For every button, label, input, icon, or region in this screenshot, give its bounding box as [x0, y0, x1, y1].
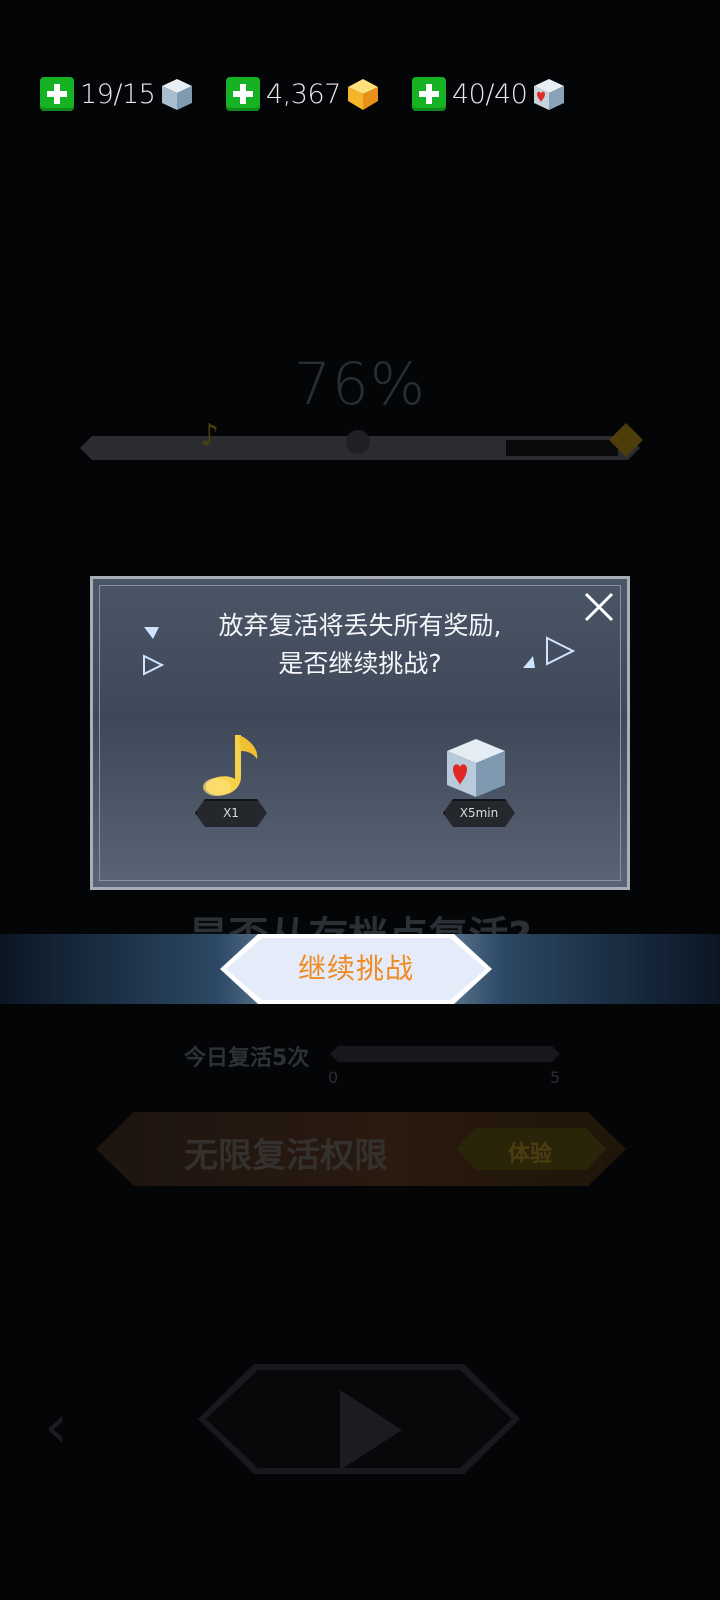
- resource-ice-cubes: 19/15: [40, 76, 195, 112]
- close-icon[interactable]: [579, 587, 619, 627]
- unlimited-revive-label: 无限复活权限: [184, 1136, 388, 1176]
- heart-cube-icon: [447, 739, 505, 797]
- reward-duration-label: X5min: [459, 806, 499, 820]
- today-revive-max: 5: [550, 1068, 561, 1087]
- resource-gold: 4,367: [226, 76, 381, 112]
- heart-cube-icon: [534, 79, 565, 110]
- resource-value: 4,367: [266, 78, 341, 110]
- give-up-dialog: 放弃复活将丢失所有奖励, 是否继续挑战? X1 X5min: [90, 576, 630, 890]
- plus-icon[interactable]: [226, 77, 260, 111]
- today-revive-min: 0: [328, 1068, 339, 1087]
- play-icon: [340, 1390, 402, 1470]
- progress-percent: 76%: [294, 350, 426, 418]
- progress-bar-remaining: [506, 440, 618, 456]
- music-note-icon: [203, 735, 258, 796]
- game-screen: 76% ♪ 是否从存档点复活? 今日复活5次 0 5 无限复活权限 体验 ‹ 1…: [0, 0, 720, 1600]
- trial-button-label: 体验: [508, 1142, 553, 1167]
- today-revive-bar: [330, 1046, 560, 1062]
- chevron-left-icon: ‹: [44, 1392, 68, 1462]
- reward-count-label: X1: [223, 806, 239, 820]
- resource-heart-cubes: 40/40: [412, 76, 567, 112]
- checkpoint-icon: [346, 430, 370, 454]
- resource-value: 40/40: [452, 78, 528, 110]
- resource-value: 19/15: [80, 78, 156, 110]
- music-note-icon: ♪: [200, 418, 220, 453]
- triangle-decoration-icon: [144, 627, 159, 639]
- today-revive-label: 今日复活5次: [184, 1046, 310, 1071]
- triangle-decoration-icon: [523, 656, 535, 668]
- continue-button[interactable]: 继续挑战: [220, 934, 492, 1004]
- triangle-outline-icon: [546, 636, 576, 666]
- plus-icon[interactable]: [412, 77, 446, 111]
- plus-icon[interactable]: [40, 77, 74, 111]
- triangle-outline-icon: [143, 654, 165, 676]
- ice-cube-icon: [162, 79, 193, 110]
- gold-gem-icon: [347, 79, 378, 110]
